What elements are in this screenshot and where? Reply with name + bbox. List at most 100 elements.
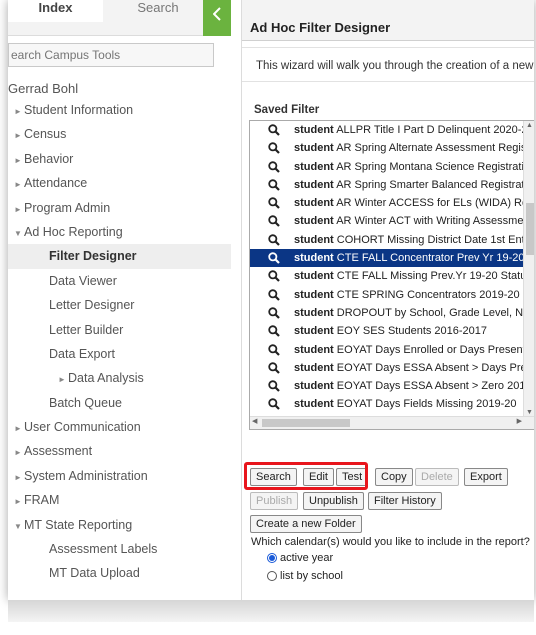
magnifier-icon: [268, 380, 280, 392]
tab-index[interactable]: Index: [8, 0, 103, 22]
filter-label: COHORT Missing District Date 1st Enterec: [336, 233, 534, 246]
filter-row[interactable]: student CTE FALL Missing Prev.Yr 19-20 S…: [250, 267, 534, 285]
intro-text: This wizard will walk you through the cr…: [256, 60, 534, 72]
copy-button[interactable]: Copy: [375, 468, 413, 486]
scroll-left-icon[interactable]: ◀: [252, 417, 257, 425]
filter-row[interactable]: student CTE SPRING Concentrators 2019-20: [250, 286, 534, 304]
sidebar-item-label: Assessment: [24, 444, 93, 459]
sidebar-item[interactable]: ► Behavior: [8, 147, 231, 171]
content-pane: Ad Hoc Filter Designer This wizard will …: [241, 0, 534, 600]
magnifier-icon: [268, 160, 280, 173]
filter-name: student AR Spring Smarter Balanced Regis…: [294, 176, 534, 194]
calendar-question: Which calendar(s) would you like to incl…: [251, 536, 530, 548]
filter-row[interactable]: student AR Spring Montana Science Regist…: [250, 158, 534, 176]
export-button[interactable]: Export: [464, 468, 508, 486]
scroll-right-icon[interactable]: ▶: [517, 417, 522, 425]
highlight-box: [244, 462, 368, 490]
sidebar-item-label: FRAM: [24, 493, 60, 508]
delete-button[interactable]: Delete: [415, 468, 459, 486]
filter-row[interactable]: student AR Winter ACCESS for ELs (WIDA) …: [250, 194, 534, 212]
sidebar-item[interactable]: Assessment Labels: [8, 537, 231, 561]
filter-row[interactable]: student CTE FALL Concentrator Prev Yr 19…: [250, 249, 534, 268]
filter-name: student EOYAT Days ESSA Absent > Zero 20…: [294, 377, 534, 395]
filter-prefix: student: [294, 124, 334, 136]
sidebar-item[interactable]: Letter Builder: [8, 318, 231, 342]
filter-label: AR Winter ACCESS for ELs (WIDA) Regist: [336, 197, 534, 210]
sidebar-item[interactable]: ▼ MT State Reporting: [8, 513, 231, 537]
radio-list-by-school[interactable]: list by school: [267, 570, 343, 582]
sidebar-item[interactable]: Filter Designer: [8, 244, 231, 269]
sidebar-item[interactable]: ► Student Information: [8, 98, 231, 122]
unpublish-button[interactable]: Unpublish: [303, 492, 364, 510]
filter-row[interactable]: student AR Spring Smarter Balanced Regis…: [250, 176, 534, 194]
sidebar-item[interactable]: ► Attendance: [8, 171, 231, 195]
horizontal-scroll-thumb[interactable]: [262, 419, 350, 427]
radio-button-checked[interactable]: [267, 553, 277, 563]
filter-row[interactable]: student DROPOUT by School, Grade Level, …: [250, 304, 534, 322]
radio-active-year[interactable]: active year: [267, 552, 333, 564]
filter-prefix: student: [294, 380, 334, 393]
filter-row[interactable]: student EOY SES Students 2016-2017: [250, 322, 534, 340]
filter-label: CTE SPRING Concentrators 2019-20: [336, 288, 520, 301]
sidebar-item[interactable]: ► Census: [8, 122, 231, 146]
scroll-down-icon[interactable]: ▼: [526, 409, 533, 416]
filter-row[interactable]: student EOYAT Days ESSA Absent > Zero 20…: [250, 377, 534, 395]
filter-history-button[interactable]: Filter History: [368, 492, 442, 510]
vertical-scrollbar[interactable]: ▲ ▼: [523, 121, 534, 417]
caret-right-icon: ►: [14, 448, 22, 458]
caret-right-icon: ►: [14, 107, 22, 116]
sidebar-item[interactable]: ► FRAM: [8, 488, 231, 512]
magnifier-icon: [268, 215, 280, 228]
sidebar-item[interactable]: ► Assessment: [8, 439, 231, 463]
filter-label: EOYAT Days ESSA Absent > Zero 2019-2C: [336, 380, 534, 393]
sidebar-item[interactable]: MT Data Upload: [8, 561, 231, 585]
radio-label: list by school: [280, 570, 343, 582]
sidebar-item[interactable]: Letter Designer: [8, 293, 231, 317]
filter-row[interactable]: student ALLPR Title I Part D Delinquent …: [250, 121, 534, 139]
page-title: Ad Hoc Filter Designer: [250, 20, 391, 35]
tab-search[interactable]: Search: [118, 0, 198, 22]
create-folder-button[interactable]: Create a new Folder: [250, 515, 362, 533]
filter-row[interactable]: student EOYAT Days Fields Missing 2019-2…: [250, 395, 534, 413]
caret-down-icon: ▼: [14, 228, 22, 238]
magnifier-icon: [268, 179, 280, 191]
filter-row[interactable]: student AR Winter ACT with Writing Asses…: [250, 212, 534, 230]
filter-label: EOY SES Students 2016-2017: [336, 325, 488, 338]
filter-prefix: student: [294, 178, 334, 191]
publish-button[interactable]: Publish: [250, 492, 299, 510]
campus-tools-search-input[interactable]: [8, 43, 214, 67]
caret-right-icon: ►: [14, 131, 22, 141]
sidebar-item[interactable]: ► User Communication: [8, 415, 231, 439]
sidebar-item[interactable]: Batch Queue: [8, 391, 231, 415]
sidebar-item-label: Data Analysis: [68, 371, 144, 386]
radio-button[interactable]: [267, 571, 277, 581]
filter-name: student AR Winter ACT with Writing Asses…: [294, 212, 534, 230]
sidebar-item-label: Student Information: [24, 103, 134, 117]
horizontal-scrollbar[interactable]: ◀ ▶: [250, 416, 534, 429]
sidebar-item[interactable]: ► Data Analysis: [8, 366, 231, 390]
sidebar-item[interactable]: Data Export: [8, 342, 231, 366]
scroll-up-icon[interactable]: ▲: [526, 122, 533, 129]
collapse-nav-button[interactable]: [203, 0, 231, 36]
filter-name: student DROPOUT by School, Grade Level, …: [294, 304, 534, 322]
sidebar-item[interactable]: ▼ Ad Hoc Reporting: [8, 220, 231, 244]
filter-name: student AR Spring Alternate Assessment R…: [294, 139, 534, 157]
filter-prefix: student: [294, 160, 334, 173]
filter-label: EOYAT Days Enrolled or Days Present > 1: [336, 343, 534, 356]
intro-box: This wizard will walk you through the cr…: [242, 47, 534, 82]
sidebar-item[interactable]: ► Program Admin: [8, 196, 231, 220]
vertical-scroll-thumb[interactable]: [526, 203, 534, 255]
filter-row[interactable]: student EOYAT Days ESSA Absent > Days Pr…: [250, 359, 534, 377]
sidebar-item-label: Batch Queue: [49, 395, 122, 410]
filter-row[interactable]: student COHORT Missing District Date 1st…: [250, 231, 534, 249]
filter-prefix: student: [294, 306, 334, 319]
filter-prefix: student: [294, 288, 334, 301]
saved-filter-list[interactable]: student ALLPR Title I Part D Delinquent …: [249, 120, 534, 430]
filter-label: AR Spring Montana Science Registration: [336, 160, 534, 173]
filter-row[interactable]: student EOYAT Days Enrolled or Days Pres…: [250, 341, 534, 359]
filter-row[interactable]: student AR Spring Alternate Assessment R…: [250, 139, 534, 157]
sidebar-item[interactable]: ► System Administration: [8, 464, 231, 488]
filter-rows: student ALLPR Title I Part D Delinquent …: [250, 121, 534, 429]
sidebar-item-label: Assessment Labels: [49, 542, 158, 557]
sidebar-item[interactable]: Data Viewer: [8, 269, 231, 293]
